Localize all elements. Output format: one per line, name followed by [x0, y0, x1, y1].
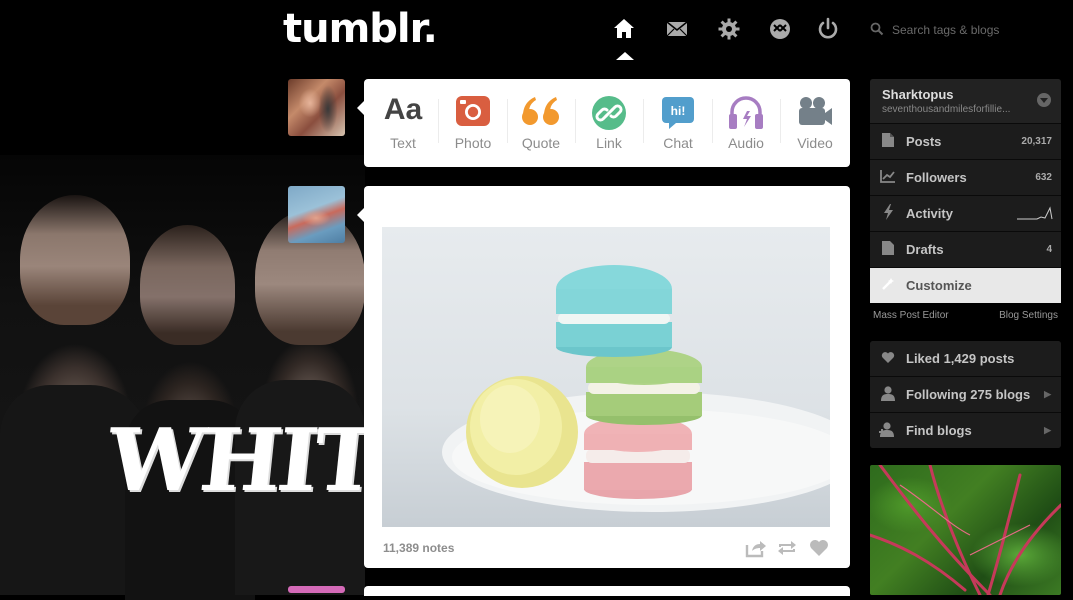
right-sidebar: Sharktopus seventhousandmilesforfillie..…: [870, 79, 1061, 595]
blog-url[interactable]: seventhousandmilesforfillie...: [882, 104, 1032, 115]
sidebar-item-likes[interactable]: Liked 1,429 posts: [870, 341, 1061, 376]
account-menu: Liked 1,429 posts Following 275 blogs ▶ …: [870, 341, 1061, 448]
share-icon[interactable]: [745, 537, 767, 559]
lightning-icon: [870, 204, 906, 223]
post-type-label: Video: [797, 135, 833, 151]
chart-icon: [870, 169, 906, 186]
draft-icon: [870, 241, 906, 258]
chevron-right-icon: ▶: [1044, 389, 1051, 399]
search-icon: [870, 22, 886, 39]
drafts-count: 4: [1046, 244, 1052, 255]
video-post-button[interactable]: Video: [782, 79, 848, 167]
sidebar-item-label: Customize: [906, 278, 972, 293]
blog-name[interactable]: Sharktopus: [882, 87, 954, 102]
link-icon: [592, 96, 626, 135]
gear-icon[interactable]: [717, 17, 741, 41]
home-icon[interactable]: [612, 17, 636, 41]
sidebar-item-label: Followers: [906, 170, 967, 185]
chevron-down-icon[interactable]: [1037, 93, 1051, 107]
xkit-icon[interactable]: [768, 17, 792, 41]
blog-menu: Sharktopus seventhousandmilesforfillie..…: [870, 79, 1061, 303]
post-type-label: Photo: [454, 135, 492, 151]
search-bar[interactable]: [870, 18, 1060, 42]
post-type-label: Audio: [728, 135, 764, 151]
radar-photo[interactable]: [870, 465, 1061, 595]
divider: [780, 99, 781, 143]
post-notes-count[interactable]: 11,389 notes: [383, 541, 454, 555]
reblog-icon[interactable]: [776, 537, 798, 559]
sidebar-item-followers[interactable]: Followers 632: [870, 159, 1061, 195]
like-icon[interactable]: [808, 537, 830, 559]
sidebar-item-label: Activity: [906, 206, 953, 221]
document-icon: [870, 133, 906, 150]
blog-settings-link[interactable]: Blog Settings: [999, 310, 1058, 321]
audio-post-button[interactable]: Audio: [713, 79, 779, 167]
sidebar-item-label: Posts: [906, 134, 942, 149]
divider: [438, 99, 439, 143]
sidebar-item-drafts[interactable]: Drafts 4: [870, 231, 1061, 267]
divider: [643, 99, 644, 143]
text-icon: Aa: [383, 93, 423, 126]
sidebar-item-activity[interactable]: Activity: [870, 195, 1061, 231]
post-type-composer: Aa Text Photo Quote Link hi! Chat Audio: [357, 79, 850, 167]
post-type-label: Text: [390, 135, 416, 151]
post-type-label: Chat: [663, 135, 693, 151]
add-person-icon: [870, 421, 906, 440]
sidebar-item-find-blogs[interactable]: Find blogs ▶: [870, 412, 1061, 448]
tumblr-logo[interactable]: tumblr.: [283, 6, 438, 52]
dashboard-post: 11,389 notes: [357, 186, 850, 568]
blog-header[interactable]: Sharktopus seventhousandmilesforfillie..…: [870, 79, 1061, 123]
user-avatar[interactable]: [288, 79, 345, 136]
blog-avatar[interactable]: [288, 586, 345, 593]
headphones-icon: [728, 96, 764, 135]
sidebar-item-posts[interactable]: Posts 20,317: [870, 123, 1061, 159]
sidebar-item-label: Liked 1,429 posts: [906, 351, 1015, 366]
search-input[interactable]: [892, 23, 1052, 37]
chat-icon: hi!: [661, 96, 695, 135]
sidebar-item-label: Following 275 blogs: [906, 387, 1031, 402]
post-photo[interactable]: [382, 227, 830, 527]
chevron-right-icon: ▶: [1044, 425, 1051, 435]
camera-icon: [456, 96, 490, 133]
photo-post-button[interactable]: Photo: [440, 79, 506, 167]
blog-links: Mass Post Editor Blog Settings: [873, 310, 1058, 321]
heart-icon: [870, 351, 906, 367]
quote-icon: [521, 96, 561, 133]
video-icon: [797, 96, 833, 133]
power-icon[interactable]: [816, 17, 840, 41]
posts-count: 20,317: [1021, 136, 1052, 147]
sidebar-item-label: Drafts: [906, 242, 944, 257]
mail-icon[interactable]: [665, 17, 689, 41]
followers-count: 632: [1035, 172, 1052, 183]
activity-sparkline: [1017, 206, 1053, 223]
post-type-label: Quote: [521, 135, 561, 151]
text-post-button[interactable]: Aa Text: [370, 79, 436, 167]
person-icon: [870, 385, 906, 404]
link-post-button[interactable]: Link: [576, 79, 642, 167]
active-nav-caret: [616, 52, 634, 60]
sidebar-item-customize[interactable]: Customize: [870, 267, 1061, 303]
sidebar-item-label: Find blogs: [906, 423, 972, 438]
mass-post-editor-link[interactable]: Mass Post Editor: [873, 310, 949, 321]
blog-avatar[interactable]: [288, 186, 345, 243]
wand-icon: [870, 277, 906, 294]
chat-post-button[interactable]: hi! Chat: [645, 79, 711, 167]
post-type-label: Link: [596, 135, 622, 151]
quote-post-button[interactable]: Quote: [508, 79, 574, 167]
svg-text:hi!: hi!: [671, 104, 686, 118]
next-post: [364, 586, 850, 596]
sidebar-item-following[interactable]: Following 275 blogs ▶: [870, 376, 1061, 412]
